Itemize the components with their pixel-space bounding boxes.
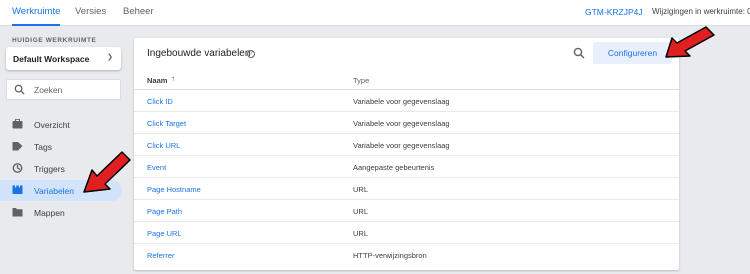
card-title: Ingebouwde variabelen — [147, 48, 251, 59]
variables-icon — [12, 185, 23, 194]
table-row: Click Target Variabele voor gegevenslaag — [134, 112, 679, 134]
workspace-changes-count: Wijzigingen in werkruimte: 0 — [652, 7, 750, 16]
table-row: Referrer HTTP-verwijzingsbron — [134, 244, 679, 266]
tab-versies[interactable]: Versies — [75, 0, 106, 26]
tab-beheer[interactable]: Beheer — [123, 0, 154, 26]
variable-name-link[interactable]: Page Hostname — [147, 185, 201, 194]
variable-type: URL — [353, 229, 369, 238]
variable-name-link[interactable]: Click URL — [147, 141, 180, 150]
sidebar-item-label: Mappen — [34, 208, 65, 218]
workspace-label: HUIDIGE WERKRUIMTE — [12, 37, 97, 44]
search-icon[interactable] — [573, 47, 585, 59]
help-icon[interactable]: ? — [247, 50, 255, 58]
table-row: Event Aangepaste gebeurtenis — [134, 156, 679, 178]
top-navigation: Werkruimte Versies Beheer GTM-KRZJP4J Wi… — [0, 0, 750, 26]
workspace-selector[interactable]: Default Workspace ❯ — [6, 47, 121, 70]
variable-type: Variabele voor gegevenslaag — [353, 119, 450, 128]
table-header: Naam ↑ Type — [134, 68, 679, 90]
variable-name-link[interactable]: Click Target — [147, 119, 186, 128]
sidebar-item-overzicht[interactable]: Overzicht — [0, 114, 122, 135]
annotation-arrow-icon — [665, 26, 715, 58]
trigger-icon — [12, 163, 23, 173]
variable-name-link[interactable]: Event — [147, 163, 166, 172]
variable-name-link[interactable]: Click ID — [147, 97, 173, 106]
variable-type: URL — [353, 207, 369, 216]
sidebar-item-mappen[interactable]: Mappen — [0, 202, 122, 223]
sidebar-item-label: Triggers — [34, 164, 65, 174]
table-row: Page Hostname URL — [134, 178, 679, 200]
tab-werkruimte[interactable]: Werkruimte — [12, 0, 61, 26]
variable-type: HTTP-verwijzingsbron — [353, 251, 427, 260]
sidebar-item-label: Variabelen — [34, 186, 75, 196]
variable-type: URL — [353, 185, 369, 194]
search-icon — [14, 84, 25, 95]
table-row: Click ID Variabele voor gegevenslaag — [134, 90, 679, 112]
search-placeholder: Zoeken — [34, 85, 63, 95]
sidebar-item-label: Overzicht — [34, 120, 70, 130]
briefcase-icon — [12, 119, 23, 129]
builtin-variables-card: Ingebouwde variabelen ? Configureren Naa… — [134, 38, 679, 270]
folder-icon — [12, 208, 23, 217]
variable-type: Aangepaste gebeurtenis — [353, 163, 435, 172]
container-id-link[interactable]: GTM-KRZJP4J — [585, 7, 643, 17]
tag-icon — [12, 142, 23, 151]
sort-ascending-icon[interactable]: ↑ — [171, 74, 175, 83]
workspace-name: Default Workspace — [13, 54, 90, 64]
variable-name-link[interactable]: Referrer — [147, 251, 175, 260]
column-header-type: Type — [353, 76, 370, 85]
variable-name-link[interactable]: Page URL — [147, 229, 182, 238]
column-header-name[interactable]: Naam — [147, 76, 167, 85]
variable-type: Variabele voor gegevenslaag — [353, 141, 450, 150]
table-row: Page URL URL — [134, 222, 679, 244]
sidebar-search-input[interactable]: Zoeken — [6, 79, 121, 100]
table-row: Click URL Variabele voor gegevenslaag — [134, 134, 679, 156]
table-row: Page Path URL — [134, 200, 679, 222]
sidebar-item-label: Tags — [34, 142, 52, 152]
variable-type: Variabele voor gegevenslaag — [353, 97, 450, 106]
annotation-arrow-icon — [83, 151, 131, 193]
variable-name-link[interactable]: Page Path — [147, 207, 182, 216]
chevron-right-icon: ❯ — [107, 54, 113, 61]
